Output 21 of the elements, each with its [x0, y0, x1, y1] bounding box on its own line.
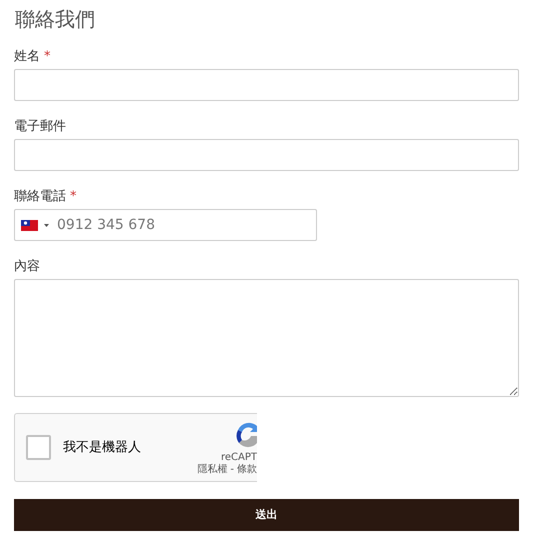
captcha-checkbox[interactable] [26, 435, 51, 460]
captcha-label: 我不是機器人 [63, 438, 141, 457]
required-mark: * [44, 48, 50, 66]
text-field[interactable] [14, 139, 519, 171]
flag-icon[interactable] [21, 220, 38, 230]
field-label: 聯絡電話 [14, 188, 66, 206]
phone-field[interactable]: 0912 345 678 [14, 209, 317, 241]
required-mark: * [70, 188, 76, 206]
field-label: 內容 [14, 258, 40, 276]
text-field[interactable] [14, 69, 519, 101]
submit-button[interactable]: 送出 [14, 499, 519, 531]
field-label: 電子郵件 [14, 118, 66, 136]
page-title: 聯絡我們 [15, 6, 96, 33]
message-field[interactable] [14, 279, 519, 397]
captcha-logo-icon [235, 422, 257, 450]
caret-icon[interactable] [44, 224, 49, 226]
field-label: 姓名 [14, 48, 40, 66]
captcha-brand: reCAPT [220, 452, 257, 464]
terms-link[interactable]: 條款 [237, 464, 257, 476]
privacy-link[interactable]: 隱私權 [197, 464, 228, 476]
link-separator: - [230, 464, 234, 476]
